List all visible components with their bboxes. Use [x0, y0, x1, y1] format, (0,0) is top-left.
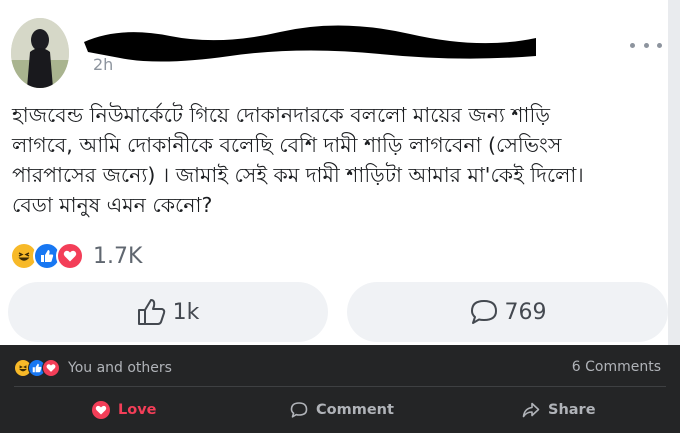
- footer-reactions-summary[interactable]: You and others: [14, 359, 172, 377]
- love-reaction-icon: [56, 242, 84, 270]
- share-arrow-icon: [522, 402, 540, 418]
- background-edge: [668, 0, 680, 345]
- share-button[interactable]: Share: [522, 398, 596, 422]
- avatar[interactable]: [11, 18, 69, 88]
- comment-count: 769: [504, 299, 547, 325]
- comment-button[interactable]: 769: [347, 282, 668, 342]
- more-options-button[interactable]: [630, 36, 662, 54]
- dot-icon: [643, 42, 649, 48]
- love-button[interactable]: Love: [92, 398, 157, 422]
- love-label: Love: [118, 402, 157, 418]
- post-card: 2h হাজবেন্ড নিউমার্কেটে গিয়ে দোকানদারকে…: [0, 0, 668, 345]
- post-timestamp[interactable]: 2h: [93, 55, 113, 74]
- comment-icon: [290, 402, 308, 418]
- thumbs-up-icon: [137, 298, 167, 326]
- divider: [14, 386, 666, 387]
- like-count: 1k: [172, 299, 200, 325]
- like-button[interactable]: 1k: [8, 282, 328, 342]
- love-reaction-icon: [42, 359, 60, 377]
- facebook-post-screenshot: 2h হাজবেন্ড নিউমার্কেটে গিয়ে দোকানদারকে…: [0, 0, 680, 433]
- comment-action-button[interactable]: Comment: [290, 398, 394, 422]
- reacted-by-label: You and others: [68, 360, 172, 376]
- comments-count-link[interactable]: 6 Comments: [572, 359, 661, 375]
- comment-label: Comment: [316, 402, 394, 418]
- speech-bubble-icon: [469, 298, 499, 326]
- dot-icon: [630, 42, 635, 48]
- reaction-count: 1.7K: [93, 243, 143, 269]
- dot-icon: [657, 42, 662, 48]
- post-text: হাজবেন্ড নিউমার্কেটে গিয়ে দোকানদারকে বল…: [12, 103, 584, 217]
- reactions-summary[interactable]: 1.7K: [10, 240, 142, 272]
- heart-icon: [92, 401, 110, 419]
- redacted-name-scribble: [84, 25, 536, 62]
- share-label: Share: [548, 402, 596, 418]
